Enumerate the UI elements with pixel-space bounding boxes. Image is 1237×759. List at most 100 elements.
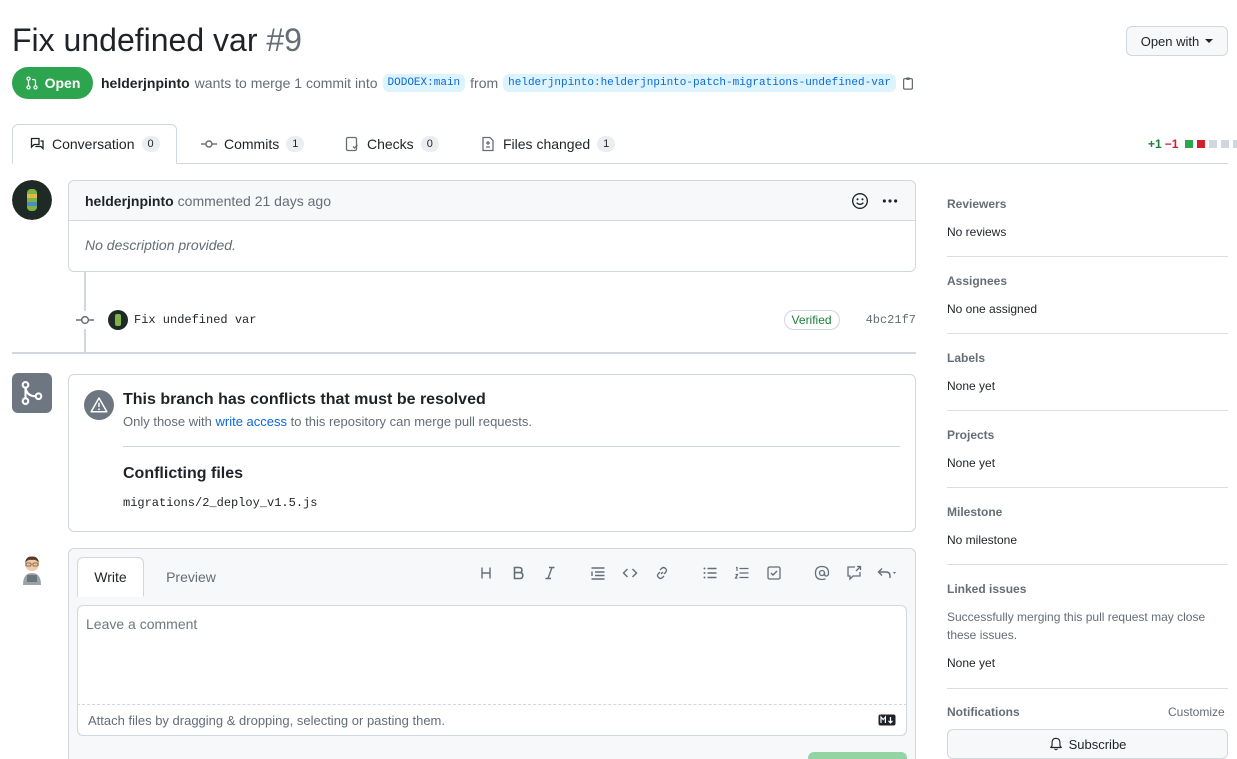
comment-header: helderjnpinto commented 21 days ago (69, 181, 915, 221)
pull-request-icon (25, 76, 38, 90)
linked-issues-value: None yet (947, 656, 996, 670)
smiley-icon[interactable] (851, 192, 869, 210)
sidebar-divider (947, 256, 1228, 257)
state-label: Open (44, 75, 81, 91)
diffstat-block (1209, 140, 1218, 148)
verified-badge[interactable]: Verified (783, 310, 840, 330)
kebab-horizontal-icon[interactable] (881, 192, 899, 210)
reviewers-label[interactable]: Reviewers (947, 197, 1228, 211)
quote-icon[interactable] (582, 562, 614, 584)
linked-issues-desc: Successfully merging this pull request m… (947, 610, 1206, 642)
customize-link[interactable]: Customize (1168, 705, 1225, 719)
tab-counter: 1 (286, 136, 305, 152)
tab-counter: 0 (420, 136, 439, 152)
author-avatar[interactable] (12, 180, 52, 220)
unordered-list-icon[interactable] (694, 562, 726, 584)
reviewers-value: No reviews (947, 225, 1007, 239)
labels-label[interactable]: Labels (947, 351, 1228, 365)
file-diff-icon (482, 136, 494, 152)
pr-number: #9 (266, 22, 302, 58)
comment-body: No description provided. (85, 237, 236, 253)
ordered-list-icon[interactable] (726, 562, 758, 584)
base-branch[interactable]: DODOEX:main (382, 74, 466, 92)
tab-preview[interactable]: Preview (150, 557, 232, 597)
merge-divider (123, 446, 900, 447)
comment-actions (851, 192, 899, 210)
milestone-value: No milestone (947, 533, 1018, 547)
tab-label: Checks (367, 136, 414, 152)
alert-circle (84, 390, 114, 420)
caret-down-icon (1205, 39, 1214, 43)
projects-value: None yet (947, 456, 996, 470)
comment-submit-button[interactable] (808, 752, 907, 759)
italic-icon[interactable] (534, 562, 566, 584)
tab-write[interactable]: Write (77, 557, 144, 597)
mention-icon[interactable] (806, 562, 838, 584)
saved-replies-icon[interactable] (870, 562, 906, 584)
milestone-label[interactable]: Milestone (947, 505, 1228, 519)
commit-sha[interactable]: 4bc21f7 (866, 313, 916, 327)
comment-discussion-icon (30, 137, 44, 151)
merge-sub-prefix: Only those with (123, 414, 212, 429)
subscribe-label: Subscribe (1068, 736, 1127, 752)
merge-text: wants to merge 1 commit into (194, 75, 378, 91)
diffstat-block (1221, 140, 1230, 148)
merge-subtext: Only those with write access to this rep… (123, 414, 532, 429)
tab-commits[interactable]: Commits 1 (185, 124, 320, 164)
heading-icon[interactable] (470, 562, 502, 584)
comment-time[interactable]: commented 21 days ago (178, 193, 331, 209)
sidebar-divider (947, 487, 1228, 488)
sidebar-divider (947, 564, 1228, 565)
attach-text: Attach files by dragging & dropping, sel… (88, 712, 445, 728)
pr-title: Fix undefined var #9 (12, 20, 302, 60)
commit-author-avatar[interactable] (108, 310, 128, 330)
projects-label[interactable]: Projects (947, 428, 1228, 442)
bell-icon (1049, 737, 1062, 751)
head-branch[interactable]: helderjnpinto:helderjnpinto-patch-migrat… (503, 74, 897, 92)
tab-files-changed[interactable]: Files changed 1 (464, 124, 631, 164)
conflicting-file: migrations/2_deploy_v1.5.js (123, 496, 318, 510)
assignees-label[interactable]: Assignees (947, 274, 1228, 288)
git-merge-icon (21, 381, 43, 405)
code-icon[interactable] (614, 562, 646, 584)
labels-value: None yet (947, 379, 996, 393)
sidebar-linked-issues: Linked issues Successfully merging this … (947, 582, 1228, 672)
copy-icon[interactable] (901, 76, 915, 90)
subscribe-button[interactable]: Subscribe (947, 729, 1228, 759)
conflicting-files-heading: Conflicting files (123, 465, 243, 482)
diff-added: +1 (1148, 137, 1162, 151)
write-access-link[interactable]: write access (216, 414, 288, 429)
sidebar-divider (947, 333, 1228, 334)
git-commit-icon (76, 311, 94, 329)
checklist-icon (345, 136, 358, 152)
commit-message[interactable]: Fix undefined var (134, 313, 256, 327)
tab-label: Conversation (52, 136, 135, 152)
merge-sub-suffix: to this repository can merge pull reques… (290, 414, 532, 429)
open-with-button[interactable]: Open with (1126, 26, 1228, 56)
sidebar-milestone: Milestone No milestone (947, 505, 1228, 549)
sidebar-divider (947, 410, 1228, 411)
state-badge: Open (12, 67, 93, 99)
from-text: from (470, 75, 499, 91)
pr-meta: helderjnpinto wants to merge 1 commit in… (101, 74, 915, 92)
diff-stat: +1 −1 (1148, 137, 1237, 151)
alert-icon (90, 397, 108, 413)
diffstat-block (1233, 140, 1237, 148)
sidebar-projects: Projects None yet (947, 428, 1228, 472)
cross-reference-icon[interactable] (838, 562, 870, 584)
comment-author[interactable]: helderjnpinto (85, 193, 174, 209)
tab-checks[interactable]: Checks 0 (328, 124, 455, 164)
comment-textarea[interactable]: Leave a comment (77, 605, 907, 705)
merge-status-icon-box (12, 373, 52, 413)
author-link[interactable]: helderjnpinto (101, 75, 190, 91)
current-user-avatar[interactable] (20, 555, 44, 585)
link-icon[interactable] (646, 562, 678, 584)
tab-conversation[interactable]: Conversation 0 (12, 124, 177, 164)
linked-issues-label[interactable]: Linked issues (947, 582, 1228, 596)
attach-files-bar[interactable]: Attach files by dragging & dropping, sel… (77, 705, 907, 736)
tasklist-icon[interactable] (758, 562, 790, 584)
markdown-icon[interactable] (878, 714, 896, 726)
git-commit-icon (201, 140, 217, 148)
pr-title-text: Fix undefined var (12, 22, 258, 58)
bold-icon[interactable] (502, 562, 534, 584)
